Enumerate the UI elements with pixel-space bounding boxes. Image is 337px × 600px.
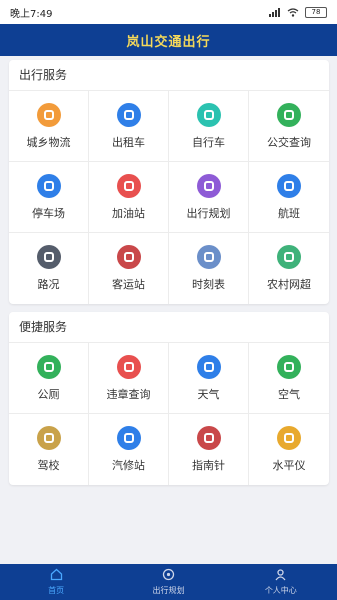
service-timetable[interactable]: 时刻表: [169, 233, 249, 304]
service-air[interactable]: 空气: [249, 343, 329, 414]
airplane-icon: [277, 173, 301, 198]
signal-icon: [269, 7, 280, 17]
service-label: 公厕: [37, 387, 60, 401]
timetable-icon: [196, 245, 221, 269]
service-car-repair[interactable]: 汽修站: [89, 414, 169, 485]
service-parking[interactable]: 停车场: [9, 162, 89, 233]
bottom-nav: 首页 出行规划 个人中心: [0, 564, 337, 600]
service-label: 城乡物流: [26, 135, 71, 149]
nav-label: 首页: [48, 586, 65, 595]
service-label: 出行规划: [186, 206, 231, 220]
service-label: 路况: [37, 278, 60, 291]
service-driving-school[interactable]: 驾校: [9, 414, 89, 485]
service-label: 时刻表: [192, 278, 225, 291]
service-label: 航班: [278, 206, 300, 220]
service-route-plan[interactable]: 出行规划: [169, 162, 249, 233]
service-bus[interactable]: 公交查询: [249, 91, 329, 162]
service-label: 天气: [197, 387, 220, 401]
person-icon: [274, 568, 287, 583]
bicycle-icon: [196, 102, 221, 127]
service-label: 加油站: [112, 206, 145, 220]
coach-station-icon: [116, 245, 141, 269]
app-title: 岚山交通出行: [126, 34, 211, 50]
service-label: 违章查询: [106, 387, 151, 401]
nav-person[interactable]: 个人中心: [225, 564, 337, 600]
travel-services-grid: 城乡物流 出租车 自行车 公交查询停车场 加油站 出行规划 航班路况 客运站 时刻表 农村网超: [9, 91, 329, 304]
service-label: 客运站: [112, 278, 145, 291]
service-label: 指南针: [192, 459, 225, 472]
service-label: 空气: [278, 387, 300, 401]
route-icon: [162, 568, 175, 583]
service-traffic-light[interactable]: 路况: [9, 233, 89, 304]
home-icon: [50, 568, 63, 583]
battery-icon: 78: [305, 6, 327, 18]
status-icons: 78: [269, 6, 327, 18]
car-repair-icon: [116, 426, 141, 450]
service-weather[interactable]: 天气: [169, 343, 249, 414]
logistics-icon: [36, 102, 61, 127]
travel-services-card: 出行服务 城乡物流 出租车 自行车 公交查询停车场 加油站 出行规划 航班路况 客运站 时刻表 农…: [9, 60, 329, 304]
convenience-services-grid: 公厕 违章查询 天气 空气驾校 汽修站 指南针 水平仪: [9, 343, 329, 485]
status-time: 晚上7:49: [10, 8, 53, 20]
service-level[interactable]: 水平仪: [249, 414, 329, 485]
level-icon: [277, 426, 301, 450]
service-rural-market[interactable]: 农村网超: [249, 233, 329, 304]
nav-route[interactable]: 出行规划: [112, 564, 224, 600]
bus-icon: [277, 102, 301, 127]
service-bicycle[interactable]: 自行车: [169, 91, 249, 162]
service-label: 出租车: [112, 135, 145, 149]
driving-school-icon: [36, 426, 61, 450]
route-plan-icon: [196, 173, 221, 198]
service-label: 驾校: [37, 459, 60, 472]
convenience-services-card: 便捷服务 公厕 违章查询 天气 空气驾校 汽修站 指南针 水平仪: [9, 312, 329, 485]
service-label: 农村网超: [267, 278, 311, 291]
section-title: 出行服务: [9, 60, 329, 91]
traffic-light-icon: [36, 245, 61, 269]
service-label: 停车场: [32, 206, 65, 220]
parking-icon: [36, 173, 61, 198]
section-title: 便捷服务: [9, 312, 329, 343]
status-bar: 晚上7:49 78: [0, 0, 337, 24]
nav-label: 个人中心: [264, 586, 297, 595]
service-gas-station[interactable]: 加油站: [89, 162, 169, 233]
taxi-icon: [116, 102, 141, 127]
service-label: 水平仪: [272, 459, 306, 472]
service-airplane[interactable]: 航班: [249, 162, 329, 233]
service-toilet[interactable]: 公厕: [9, 343, 89, 414]
nav-home[interactable]: 首页: [0, 564, 112, 600]
rural-market-icon: [277, 245, 301, 269]
service-violation[interactable]: 违章查询: [89, 343, 169, 414]
service-taxi[interactable]: 出租车: [89, 91, 169, 162]
service-logistics[interactable]: 城乡物流: [9, 91, 89, 162]
toilet-icon: [36, 354, 61, 379]
service-label: 自行车: [192, 135, 225, 149]
violation-icon: [116, 354, 141, 379]
service-compass[interactable]: 指南针: [169, 414, 249, 485]
service-coach-station[interactable]: 客运站: [89, 233, 169, 304]
compass-icon: [196, 426, 221, 450]
weather-icon: [196, 354, 221, 379]
nav-label: 出行规划: [152, 586, 185, 595]
app-header: 岚山交通出行: [0, 24, 337, 56]
service-label: 汽修站: [112, 459, 145, 472]
air-icon: [277, 354, 301, 379]
gas-station-icon: [116, 173, 141, 198]
service-label: 公交查询: [267, 135, 311, 149]
wifi-icon: [287, 7, 299, 17]
